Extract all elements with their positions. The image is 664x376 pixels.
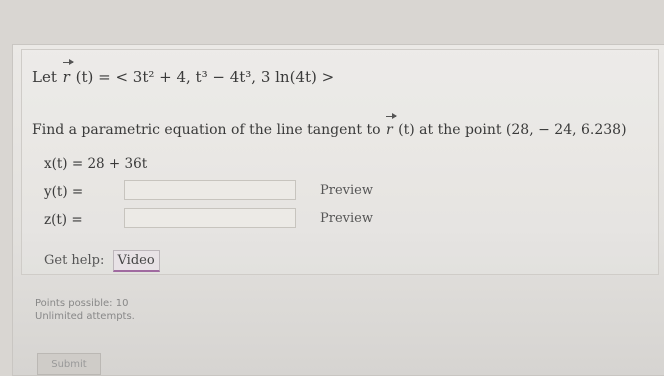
vector-r: r (62, 59, 75, 86)
x-equation: x(t) = 28 + 36t (44, 156, 148, 172)
get-help-label: Get help: (44, 253, 105, 268)
z-answer-input[interactable] (124, 208, 296, 228)
question-panel: Let r (t) = < 3t² + 4, t³ − 4t³, 3 ln(4t… (21, 49, 659, 275)
question-card: Let r (t) = < 3t² + 4, t³ − 4t³, 3 ln(4t… (12, 44, 664, 376)
z-preview-button[interactable]: Preview (320, 211, 373, 226)
y-answer-input[interactable] (124, 180, 296, 200)
let-label: Let (32, 68, 57, 86)
question-meta: Points possible: 10 Unlimited attempts. (35, 297, 135, 323)
y-label: y(t) = (44, 184, 84, 200)
video-help-button[interactable]: Video (112, 250, 160, 272)
problem-statement: Let r (t) = < 3t² + 4, t³ − 4t³, 3 ln(4t… (32, 59, 335, 86)
y-preview-button[interactable]: Preview (320, 183, 373, 198)
submit-button[interactable]: Submit (37, 353, 101, 375)
vector-r-inline: r (385, 113, 397, 138)
y-equation-row: y(t) = Preview (44, 180, 373, 200)
prompt-text-before: Find a parametric equation of the line t… (32, 122, 381, 138)
get-help-row: Get help: Video (44, 250, 160, 272)
vector-function: (t) = < 3t² + 4, t³ − 4t³, 3 ln(4t) > (75, 68, 335, 86)
attempts-info: Unlimited attempts. (35, 311, 135, 322)
x-equation-row: x(t) = 28 + 36t (44, 156, 147, 172)
z-label: z(t) = (44, 212, 83, 228)
points-possible: Points possible: 10 (35, 298, 129, 309)
question-prompt: Find a parametric equation of the line t… (32, 113, 627, 138)
z-equation-row: z(t) = Preview (44, 208, 373, 228)
prompt-text-after: (t) at the point (28, − 24, 6.238) (398, 122, 627, 138)
